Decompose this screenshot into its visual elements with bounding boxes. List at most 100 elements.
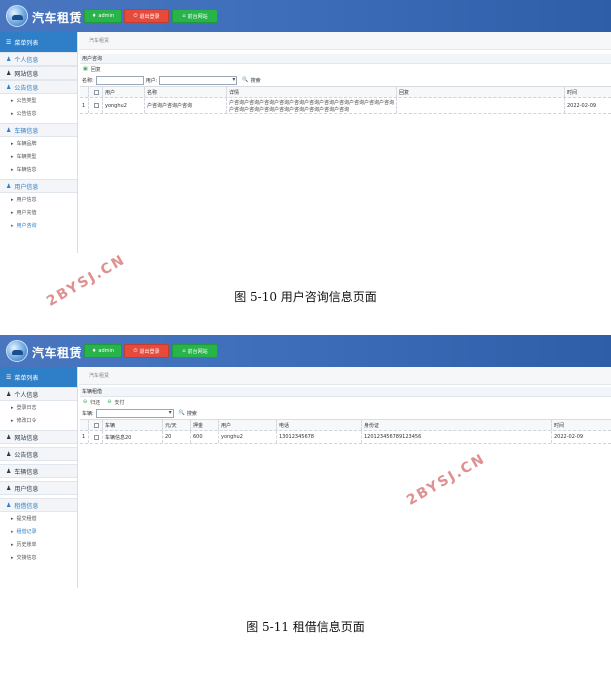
reply-button[interactable]: 回复 [91,66,101,73]
column-header[interactable]: 回复 [397,87,565,97]
caret-right-icon: ▸ [11,541,14,548]
pay-button[interactable]: 支付 [114,399,124,406]
sidebar-group-user[interactable]: ♟ 用户信息 [0,481,77,495]
consult-panel: 用户咨询 ▣ 回复 名称: 用户: 🔍 搜索 用户 名称 详情 回复 时间 [80,54,611,114]
breadcrumb: 汽车租赁 [79,367,611,385]
column-header[interactable]: 时间 [565,87,611,97]
row-checkbox[interactable] [94,434,99,440]
sidebar-group-site[interactable]: ♟ 网站信息 [0,430,77,444]
column-header[interactable]: 身份证 [362,420,552,430]
table-row[interactable]: 1 车辆信息20 20 600 yonghu2 13012345678 1201… [80,431,611,444]
user-icon: ♟ [6,433,12,441]
user-icon: ♟ [6,467,12,475]
caret-right-icon: ▸ [11,166,14,173]
car-select[interactable] [95,408,174,418]
menu-header: ☰ 菜单列表 [0,32,77,52]
row-index: 1 [80,98,89,113]
app-title: 汽车租赁 [32,11,83,25]
sidebar-item-vehicle-info[interactable]: ▸ 车辆信息 [0,163,77,176]
car-logo-icon [6,5,28,27]
select-all-checkbox[interactable] [94,422,99,428]
cell-deposit: 600 [191,431,219,443]
name-input[interactable] [95,75,144,85]
sidebar-item-notice-type[interactable]: ▸ 公告类型 [0,94,77,107]
sidebar-group-site[interactable]: ♟ 网站信息 [0,66,77,80]
row-checkbox[interactable] [94,103,99,108]
logout-button[interactable]: ⏻ 退出登录 [124,344,169,358]
caret-right-icon: ▸ [11,110,14,117]
user-icon: ♟ [6,390,12,398]
user-icon: ♟ [6,501,12,509]
breadcrumb: 汽车租赁 [79,32,611,50]
admin-button[interactable]: ♦ admin [84,344,122,358]
sidebar-item-change-password[interactable]: ▸ 修改口令 [0,414,77,427]
front-site-button[interactable]: ⌂ 前台网站 [172,344,218,358]
column-header[interactable]: 名称 [145,87,227,97]
sidebar-group-rental[interactable]: ♟ 租借信息 [0,498,77,512]
toolbar: ⊖ 归还 ⊖ 支付 [80,397,611,407]
app-title: 汽车租赁 [32,346,83,360]
column-header[interactable]: 用户 [103,87,145,97]
column-header[interactable]: 时间 [552,420,600,430]
admin-button[interactable]: ♦ admin [84,9,122,23]
table-row[interactable]: 1 yonghu2 户咨询户咨询户咨询 户咨询户咨询户咨询户咨询户咨询户咨询户咨… [80,98,611,114]
sidebar-group-vehicle[interactable]: ♟ 车辆信息 [0,464,77,478]
sidebar-group-profile[interactable]: ♟ 个人信息 [0,52,77,66]
sidebar-group-vehicle[interactable]: ♟ 车辆信息 [0,123,77,137]
search-button[interactable]: 搜索 [187,410,197,417]
caret-right-icon: ▸ [11,97,14,104]
column-header[interactable]: 电话 [277,420,362,430]
list-icon: ☰ [6,373,12,381]
caret-right-icon: ▸ [11,196,14,203]
panel-title: 用户咨询 [80,54,611,64]
cell-reply [397,98,565,113]
cell-idcard: 120123456789123456 [362,431,552,443]
home-icon: ⌂ [182,348,186,354]
user-icon: ♟ [6,484,12,492]
select-all-checkbox[interactable] [94,89,99,95]
search-icon: 🔍 [242,77,249,83]
home-icon: ⌂ [182,13,186,19]
name-label: 名称: [82,77,94,84]
sidebar-item-history-bills[interactable]: ▸ 历史账单 [0,538,77,551]
front-site-button[interactable]: ⌂ 前台网站 [172,9,218,23]
sidebar-item-rental-records[interactable]: ▸ 租借记录 [0,525,77,538]
pay-icon: ⊖ [107,399,112,405]
panel-title: 车辆租借 [80,387,611,397]
sidebar-item-submit-rental[interactable]: ▸ 提交租借 [0,512,77,525]
column-header[interactable]: 押金 [191,420,219,430]
column-header[interactable]: 用户 [219,420,277,430]
user-icon: ♟ [6,450,12,458]
watermark: 2BYSJ.CN [404,450,489,509]
search-row: 名称: 用户: 🔍 搜索 [80,74,611,86]
column-header[interactable]: 元/天 [163,420,191,430]
sidebar-item-user-info[interactable]: ▸ 用户信息 [0,193,77,206]
sidebar-group-notice[interactable]: ♟ 公告信息 [0,447,77,461]
sidebar-item-user-recharge[interactable]: ▸ 用户充值 [0,206,77,219]
cell-detail: 户咨询户咨询户咨询户咨询户咨询户咨询户咨询户咨询户咨询户咨询户咨询户咨询户咨询户… [227,98,397,113]
sidebar-group-user[interactable]: ♟ 用户信息 [0,179,77,193]
column-header[interactable]: 车辆 [103,420,163,430]
search-icon: 🔍 [178,410,185,416]
sidebar-item-vehicle-type[interactable]: ▸ 车辆类型 [0,150,77,163]
caret-right-icon: ▸ [11,515,14,522]
table-header: 用户 名称 详情 回复 时间 [80,87,611,98]
top-bar: 汽车租赁 ♦ admin ⏻ 退出登录 ⌂ 前台网站 [0,0,611,32]
logout-button[interactable]: ⏻ 退出登录 [124,9,169,23]
sidebar-item-login-log[interactable]: ▸ 登录日志 [0,401,77,414]
sidebar-item-handover[interactable]: ▸ 交接信息 [0,551,77,564]
column-header[interactable]: 详情 [227,87,397,97]
search-button[interactable]: 搜索 [251,77,261,84]
reply-icon: ▣ [83,66,88,72]
power-icon: ⏻ [133,13,138,19]
sidebar-item-vehicle-brand[interactable]: ▸ 车辆品牌 [0,137,77,150]
sidebar-group-notice[interactable]: ♟ 公告信息 [0,80,77,94]
sidebar: ☰ 菜单列表 ♟ 个人信息 ♟ 网站信息 ♟ 公告信息 ▸ 公告类型 ▸ 公告信息 ♟ 车辆… [0,32,78,253]
sidebar-item-user-consult[interactable]: ▸ 用户咨询 [0,219,77,232]
return-button[interactable]: 归还 [90,399,100,406]
sidebar-group-profile[interactable]: ♟ 个人信息 [0,387,77,401]
user-select[interactable] [159,75,238,85]
list-icon: ☰ [6,38,12,46]
figure-caption: 图 5-11 租借信息页面 [246,620,365,634]
sidebar-item-notice-info[interactable]: ▸ 公告信息 [0,107,77,120]
